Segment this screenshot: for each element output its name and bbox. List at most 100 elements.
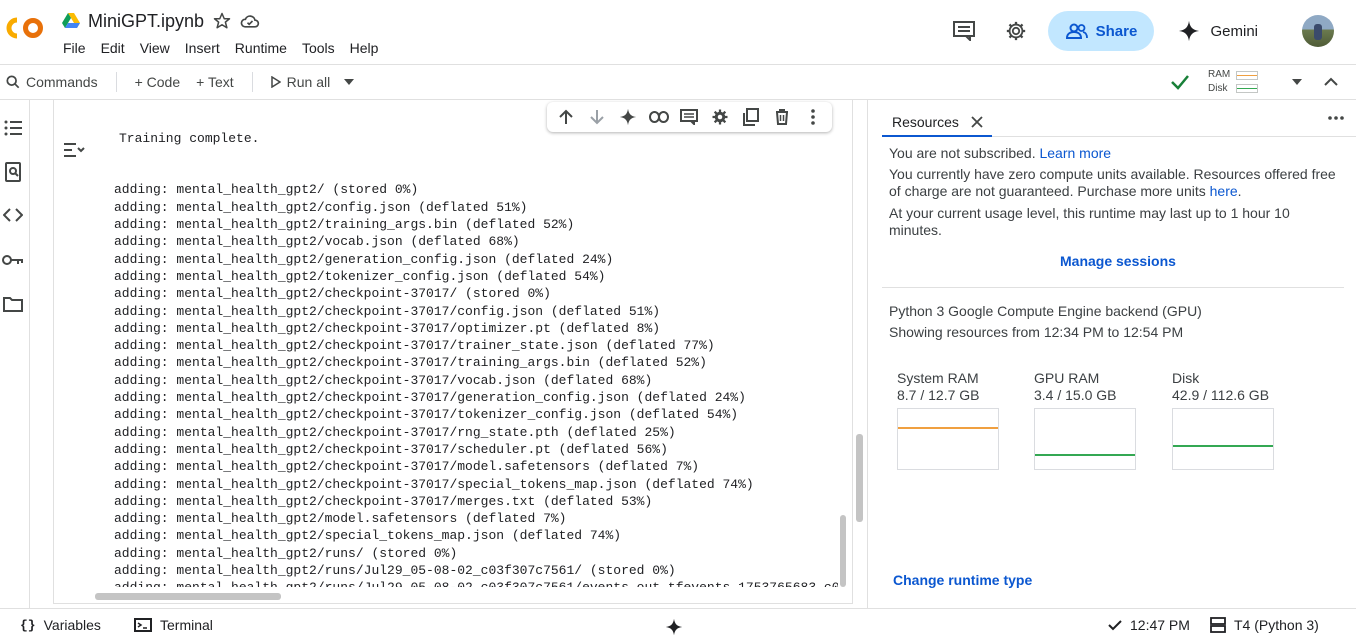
ram-label: RAM (1208, 69, 1231, 80)
more-vert-icon[interactable] (802, 106, 824, 128)
variables-label: Variables (43, 617, 101, 633)
output-line: adding: mental_health_gpt2/checkpoint-37… (114, 338, 715, 354)
change-runtime-type-link[interactable]: Change runtime type (893, 572, 1032, 588)
output-line: adding: mental_health_gpt2/checkpoint-37… (114, 441, 668, 457)
execution-status[interactable]: 12:47 PM (1108, 617, 1190, 633)
add-code-button[interactable]: + Code (135, 74, 181, 90)
add-text-button[interactable]: + Text (196, 74, 234, 90)
menu-runtime[interactable]: Runtime (235, 40, 287, 56)
output-line: adding: mental_health_gpt2/runs/ (stored… (114, 545, 458, 561)
output-line: Training complete. (119, 130, 260, 146)
usage-note: At your current usage level, this runtim… (889, 205, 1290, 238)
gauge-value: 8.7 / 12.7 GB (897, 387, 980, 403)
commands-button[interactable]: Commands (6, 74, 98, 90)
menu-file[interactable]: File (63, 40, 86, 56)
resources-tab-label: Resources (892, 114, 959, 130)
menu-view[interactable]: View (140, 40, 170, 56)
runtime-info[interactable]: T4 (Python 3) (1210, 617, 1319, 633)
toolbar-divider (251, 72, 253, 92)
server-icon (1210, 617, 1226, 633)
terminal-label: Terminal (160, 617, 213, 633)
move-up-arrow-icon[interactable] (555, 106, 577, 128)
play-icon (270, 76, 281, 88)
gauge-title: Disk (1172, 370, 1200, 386)
cell-settings-gear-icon[interactable] (709, 106, 731, 128)
status-bar: {} Variables Terminal 12:47 PM T4 (Pytho… (0, 608, 1356, 639)
settings-gear-icon[interactable] (1004, 19, 1028, 43)
output-horizontal-scrollbar[interactable] (95, 593, 281, 600)
output-line: adding: mental_health_gpt2/checkpoint-37… (114, 303, 661, 319)
run-all-button[interactable]: Run all (270, 74, 331, 90)
menu-insert[interactable]: Insert (185, 40, 220, 56)
avatar[interactable] (1302, 15, 1334, 47)
add-code-label: + Code (134, 74, 181, 90)
drive-icon[interactable] (62, 13, 80, 29)
mirror-cell-icon[interactable] (740, 106, 762, 128)
menu-help[interactable]: Help (350, 40, 379, 56)
cloud-saved-icon[interactable] (240, 11, 260, 31)
table-of-contents-icon[interactable] (2, 117, 24, 139)
cell-output: Training complete. adding: mental_health… (114, 95, 838, 587)
output-vertical-scrollbar[interactable] (840, 515, 846, 587)
share-button[interactable]: Share (1048, 11, 1155, 51)
move-down-arrow-icon[interactable] (586, 106, 608, 128)
output-line: adding: mental_health_gpt2/checkpoint-37… (114, 424, 676, 440)
colab-logo[interactable] (6, 14, 46, 42)
output-line: adding: mental_health_gpt2/checkpoint-37… (114, 355, 707, 371)
active-tab-indicator (882, 135, 992, 137)
notebook-vertical-scrollbar[interactable] (856, 434, 863, 522)
terminal-icon (134, 618, 152, 632)
collapse-chevron-up-icon[interactable] (1324, 77, 1338, 86)
comments-icon[interactable] (952, 19, 976, 43)
compute-units-note: You currently have zero compute units av… (889, 166, 1344, 200)
zero-units-text: You currently have zero compute units av… (889, 166, 1336, 199)
output-actions-icon[interactable] (62, 140, 86, 160)
gemini-button[interactable]: Gemini (1178, 20, 1258, 42)
gemini-sparkle-icon[interactable] (617, 106, 639, 128)
output-line: adding: mental_health_gpt2/training_args… (114, 217, 575, 233)
variables-button[interactable]: {} Variables (20, 617, 101, 633)
terminal-button[interactable]: Terminal (134, 617, 213, 633)
chevron-down-icon (344, 79, 355, 85)
not-subscribed-text: You are not subscribed. (889, 145, 1036, 161)
purchase-here-link[interactable]: here (1210, 183, 1238, 199)
left-sidebar (0, 100, 30, 608)
output-line: adding: mental_health_gpt2/checkpoint-37… (114, 493, 653, 509)
menu-tools[interactable]: Tools (302, 40, 335, 56)
ram-disk-indicator[interactable]: RAM Disk (1170, 65, 1303, 99)
code-snippets-icon[interactable] (2, 204, 24, 226)
disk-label: Disk (1208, 83, 1228, 94)
output-line: adding: mental_health_gpt2/special_token… (114, 528, 622, 544)
gauge-chart (897, 408, 999, 470)
close-icon[interactable] (971, 116, 983, 128)
link-icon[interactable] (648, 106, 670, 128)
add-text-label: + Text (196, 74, 234, 90)
gauge-chart (1034, 408, 1136, 470)
gauge-title: System RAM (897, 370, 979, 386)
star-icon[interactable] (212, 11, 232, 31)
delete-trash-icon[interactable] (771, 106, 793, 128)
secrets-key-icon[interactable] (2, 249, 24, 271)
run-all-dropdown[interactable] (344, 79, 355, 85)
people-icon (1065, 23, 1088, 39)
gauge-line (1173, 445, 1273, 447)
cell-toolbar (547, 102, 832, 132)
menu-bar: File Edit View Insert Runtime Tools Help (63, 40, 378, 56)
comment-icon[interactable] (678, 106, 700, 128)
runtime-dropdown-chevron-icon[interactable] (1292, 79, 1303, 85)
output-line: adding: mental_health_gpt2/checkpoint-37… (114, 372, 653, 388)
manage-sessions-link[interactable]: Manage sessions (1060, 253, 1176, 269)
learn-more-link[interactable]: Learn more (1039, 145, 1111, 161)
files-folder-icon[interactable] (2, 293, 24, 315)
run-all-label: Run all (286, 74, 331, 90)
notebook-title[interactable]: MiniGPT.ipynb (88, 11, 204, 32)
gemini-sparkle-icon[interactable] (665, 618, 683, 636)
tab-resources[interactable]: Resources (892, 108, 983, 136)
system-ram-gauge: System RAM 8.7 / 12.7 GB (897, 370, 1017, 470)
gauge-chart (1172, 408, 1274, 470)
gauge-value: 3.4 / 15.0 GB (1034, 387, 1117, 403)
panel-more-icon[interactable] (1326, 108, 1346, 128)
find-icon[interactable] (2, 161, 24, 183)
output-line: adding: mental_health_gpt2/ (stored 0%) (114, 182, 419, 198)
menu-edit[interactable]: Edit (101, 40, 125, 56)
